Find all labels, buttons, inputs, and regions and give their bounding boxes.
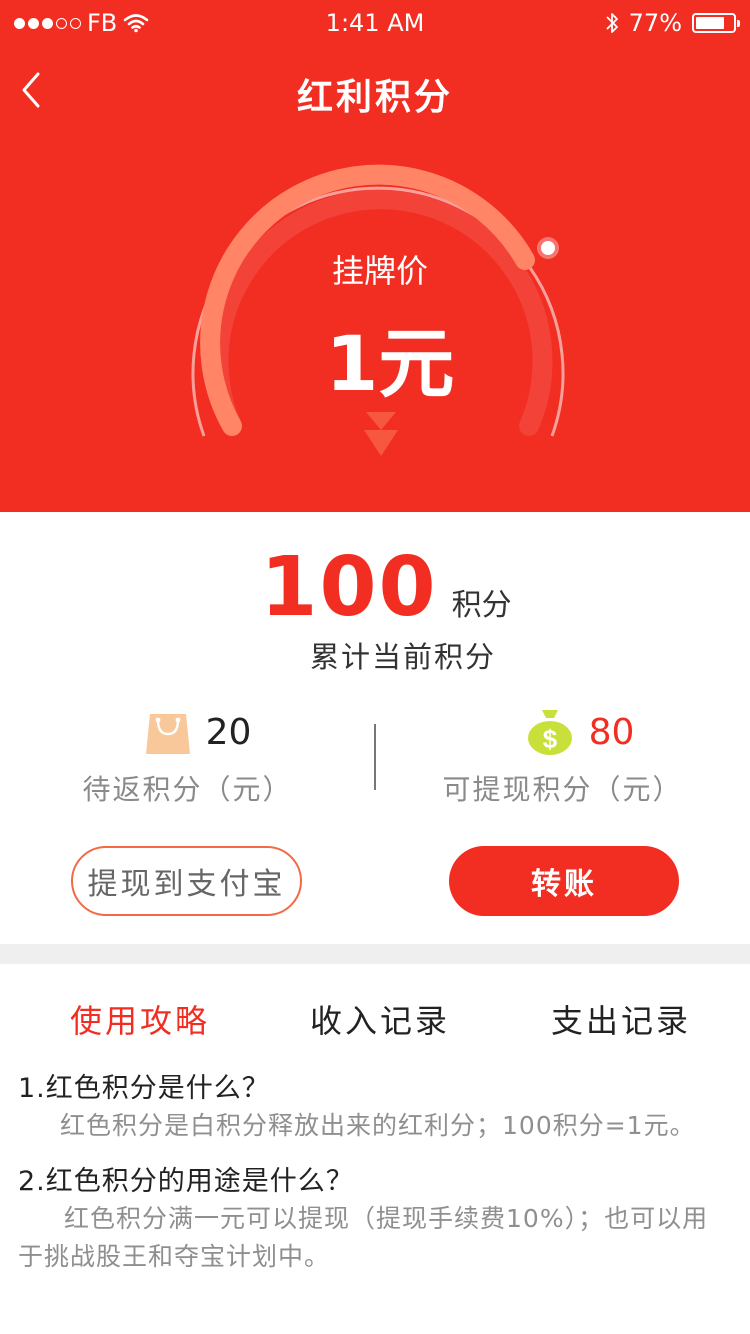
points-unit: 积分 — [451, 588, 512, 623]
points-caption: 累计当前积分 — [309, 640, 496, 674]
withdrawable-value: 80 — [588, 711, 635, 753]
withdrawable-label: 可提现积分（元） — [442, 773, 683, 806]
faq-answer: 红色积分满一元可以提现（提现手续费10%）；也可以用于挑战股王和夺宝计划中。 — [18, 1204, 709, 1271]
hero-banner: FB 1:41 AM 77% 红利积分 挂牌价 1元 — [0, 0, 750, 512]
gauge-value: 1元 — [325, 319, 455, 408]
faq-list: 1.红色积分是什么？ 红色积分是白积分释放出来的红利分；100积分=1元。 2.… — [18, 1066, 734, 1276]
shopping-bag-icon — [145, 714, 190, 754]
tab-income-records[interactable]: 收入记录 — [310, 996, 450, 1042]
money-bag-icon: $ — [527, 710, 572, 755]
points-total: 100 积分 — [0, 540, 750, 635]
section-separator — [0, 944, 750, 964]
tab-usage-guide[interactable]: 使用攻略 — [70, 996, 210, 1042]
pending-points: 20 待返积分（元） — [0, 704, 375, 808]
pending-label: 待返积分（元） — [82, 773, 293, 806]
points-value: 100 — [260, 540, 438, 635]
faq-answer: 红色积分是白积分释放出来的红利分；100积分=1元。 — [60, 1111, 696, 1140]
transfer-button[interactable]: 转账 — [449, 846, 679, 916]
pending-value: 20 — [205, 711, 252, 753]
down-arrow-icon — [366, 412, 396, 430]
tab-expense-records[interactable]: 支出记录 — [551, 996, 691, 1042]
withdraw-alipay-button[interactable]: 提现到支付宝 — [71, 846, 302, 916]
gauge-label: 挂牌价 — [331, 252, 428, 290]
withdrawable-points: $ 80 可提现积分（元） — [375, 704, 750, 808]
svg-text:$: $ — [542, 724, 557, 754]
faq-question: 1.红色积分是什么？ — [18, 1073, 270, 1104]
faq-question: 2.红色积分的用途是什么？ — [18, 1166, 354, 1197]
tab-bar: 使用攻略 收入记录 支出记录 — [0, 996, 750, 1046]
